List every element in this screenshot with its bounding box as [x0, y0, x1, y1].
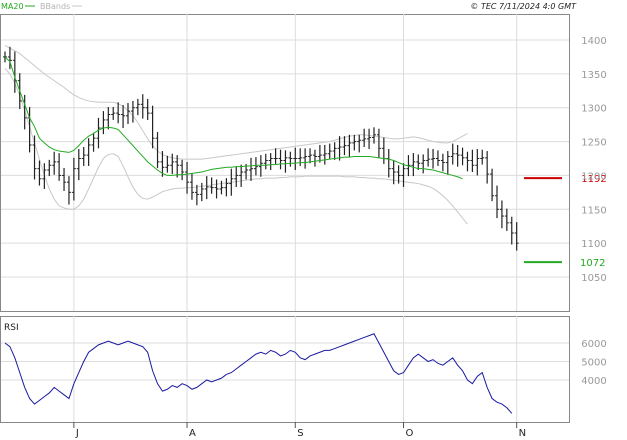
- price-tick-label: 1150: [581, 205, 606, 216]
- rsi-tick-label: 6000: [581, 339, 606, 350]
- price-tick-label: 1350: [581, 70, 606, 81]
- x-tick-label: S: [297, 428, 303, 439]
- rsi-title: RSI: [4, 323, 19, 333]
- x-tick-label: J: [75, 428, 79, 439]
- support-label: 1072: [580, 258, 605, 269]
- legend-ma20: MA20: [1, 2, 24, 11]
- price-tick-label: 1100: [581, 239, 606, 250]
- rsi-axis-labels: 6000 5000 4000: [581, 339, 606, 387]
- rsi-tick-label: 5000: [581, 358, 606, 369]
- stock-chart: 1192 1072 140013501300125012001150110010…: [0, 2, 607, 439]
- price-axis-labels: 1400 1350 1300 1250 1200 1150 1100 1050: [581, 36, 606, 284]
- copyright-text: © TEC 7/11/2024 4:0 GMT: [470, 2, 577, 11]
- price-tick-label: 1050: [581, 273, 606, 284]
- rsi-panel-frame: [0, 316, 570, 423]
- x-tick-label: O: [406, 428, 414, 439]
- x-tick-label: N: [519, 428, 526, 439]
- x-tick-label: A: [189, 428, 196, 439]
- x-axis-labels: JASON: [73, 422, 526, 439]
- legend-bbands: BBands: [40, 2, 70, 11]
- price-tick-label: 1400: [581, 36, 606, 47]
- price-tick-label: 1200: [581, 171, 606, 182]
- price-tick-label: 1250: [581, 138, 606, 149]
- price-tick-label: 1300: [581, 104, 606, 115]
- rsi-tick-label: 4000: [581, 376, 606, 387]
